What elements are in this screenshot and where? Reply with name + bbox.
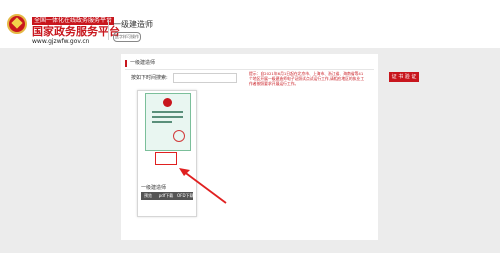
certificate-text-line: [152, 116, 183, 118]
certificate-action-bar: 预览 pdf下载 OFD下载: [141, 192, 194, 200]
section-divider: [125, 69, 374, 70]
pdf-download-button[interactable]: pdf下载: [156, 192, 176, 200]
preview-button[interactable]: 预览: [141, 192, 155, 200]
ofd-download-button[interactable]: OFD下载: [177, 192, 194, 200]
main-panel: 一级建造师 按如下时间搜索: 提示：自2021年6月1日起在北京市、上海市、浙江…: [121, 54, 419, 240]
certificate-emblem-icon: [163, 98, 172, 107]
certificate-text-line: [152, 111, 183, 113]
national-emblem-icon: [7, 14, 27, 34]
certificate-verify-button[interactable]: 证 书 验 证: [389, 72, 419, 82]
notice-text: 提示：自2021年6月1日起在北京市、上海市、浙江省、海南省等41个地区开展一级…: [249, 71, 365, 86]
page-subtitle: 一级建造师: [113, 20, 153, 29]
platform-logo-text[interactable]: 国家政务服务平台: [32, 25, 120, 38]
platform-domain: www.gjzwfw.gov.cn: [32, 38, 90, 45]
query-input[interactable]: [173, 73, 237, 83]
certificate-thumbnail[interactable]: [145, 93, 191, 151]
certificate-seal-icon: [173, 130, 185, 142]
certificate-text-line: [152, 121, 172, 123]
site-header: 全国一体化在线政务服务平台 国家政务服务平台 www.gjzwfw.gov.cn…: [0, 0, 500, 48]
platform-slogan: 全国一体化在线政务服务平台: [32, 17, 115, 25]
header-divider: [108, 20, 109, 40]
certificate-label: 一级建造师: [141, 185, 167, 191]
query-label: 按如下时间搜索:: [131, 75, 168, 81]
section-title: 一级建造师: [125, 60, 155, 67]
pdf-download-highlight-box: [155, 152, 177, 165]
switch-button[interactable]: 此字样可操作: [113, 32, 141, 42]
